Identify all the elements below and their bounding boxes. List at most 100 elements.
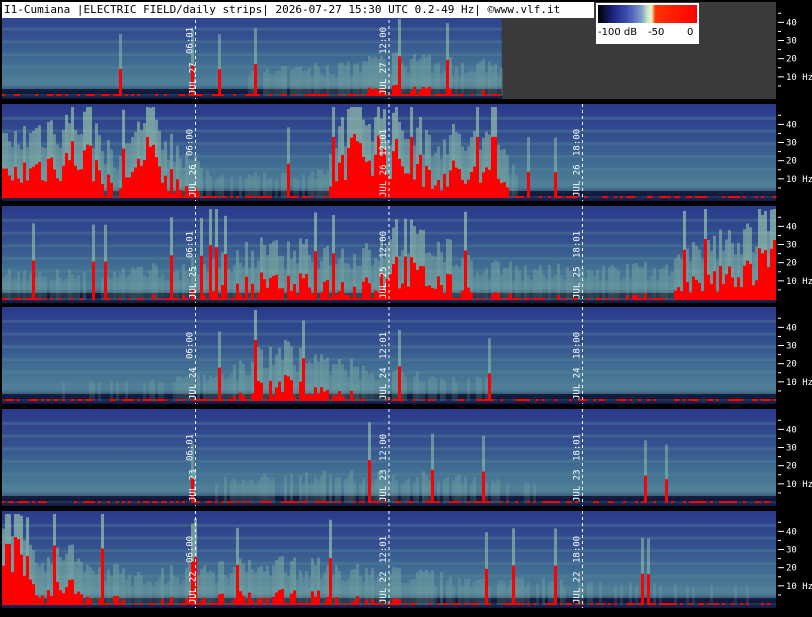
activity-column bbox=[563, 279, 566, 300]
y-tick-label: 10 Hz bbox=[786, 73, 812, 83]
hour-marker-label: 12:00 bbox=[379, 231, 389, 258]
saturation-column bbox=[41, 501, 44, 503]
saturation-column bbox=[473, 166, 476, 198]
saturation-column bbox=[89, 399, 92, 401]
saturation-column bbox=[602, 603, 605, 605]
saturation-column bbox=[740, 603, 743, 605]
activity-column bbox=[362, 365, 365, 401]
saturation-column bbox=[728, 266, 731, 300]
saturation-column bbox=[545, 603, 548, 605]
activity-column bbox=[173, 576, 176, 605]
activity-column bbox=[557, 263, 560, 300]
saturation-column bbox=[278, 381, 281, 401]
activity-column bbox=[608, 267, 611, 300]
axis-panel bbox=[778, 307, 812, 404]
saturation-column bbox=[635, 501, 638, 503]
saturation-column bbox=[314, 597, 317, 605]
saturation-column bbox=[608, 501, 611, 503]
saturation-column bbox=[11, 180, 14, 198]
saturation-column bbox=[605, 298, 608, 300]
activity-column bbox=[302, 174, 305, 198]
saturation-column bbox=[290, 291, 293, 300]
saturation-column bbox=[272, 275, 275, 300]
saturation-column bbox=[359, 501, 362, 503]
saturation-column bbox=[722, 501, 725, 503]
strip-jul-25: 06:01 12:00 18:01 JUL 25 JUL 25 JUL 25 10 Hz 20… bbox=[2, 206, 812, 303]
saturation-column bbox=[104, 603, 107, 605]
activity-column bbox=[461, 483, 464, 503]
saturation-column bbox=[314, 94, 317, 96]
activity-column bbox=[212, 377, 215, 401]
saturation-column bbox=[275, 274, 278, 300]
saturation-column bbox=[107, 501, 110, 503]
activity-column bbox=[272, 364, 275, 401]
activity-column bbox=[233, 478, 236, 503]
saturation-column bbox=[44, 181, 47, 198]
saturation-column bbox=[344, 603, 347, 605]
saturation-column bbox=[2, 168, 5, 198]
saturation-column bbox=[689, 501, 692, 503]
saturation-column bbox=[242, 501, 245, 503]
activity-column bbox=[29, 273, 32, 300]
strip-date-label: JUL 22 bbox=[379, 571, 389, 604]
activity-column bbox=[551, 277, 554, 300]
activity-column bbox=[626, 264, 629, 300]
saturation-column bbox=[392, 151, 395, 198]
saturation-column bbox=[629, 603, 632, 605]
saturation-column bbox=[323, 501, 326, 503]
activity-column bbox=[599, 279, 602, 300]
saturation-column bbox=[554, 172, 557, 198]
saturation-column bbox=[626, 196, 629, 198]
saturation-column bbox=[677, 196, 680, 198]
activity-column bbox=[467, 378, 470, 401]
activity-column bbox=[272, 74, 275, 96]
activity-column bbox=[116, 382, 119, 401]
activity-column bbox=[26, 281, 29, 300]
saturation-column bbox=[596, 501, 599, 503]
saturation-column bbox=[395, 84, 398, 96]
activity-column bbox=[347, 376, 350, 401]
saturation-column bbox=[68, 160, 71, 198]
saturation-column bbox=[470, 292, 473, 300]
saturation-column bbox=[470, 603, 473, 605]
saturation-column bbox=[500, 298, 503, 300]
saturation-column bbox=[458, 399, 461, 401]
saturation-column bbox=[260, 196, 263, 198]
activity-column bbox=[215, 179, 218, 198]
saturation-column bbox=[113, 596, 116, 605]
activity-column bbox=[308, 577, 311, 605]
activity-column bbox=[110, 380, 113, 401]
activity-column bbox=[347, 61, 350, 96]
saturation-column bbox=[485, 94, 488, 96]
activity-column bbox=[173, 382, 176, 401]
saturation-column bbox=[218, 298, 221, 300]
saturation-column bbox=[47, 399, 50, 401]
activity-column bbox=[563, 586, 566, 605]
saturation-column bbox=[716, 399, 719, 401]
saturation-column bbox=[284, 94, 287, 96]
saturation-column bbox=[398, 599, 401, 605]
saturation-column bbox=[521, 196, 524, 198]
saturation-column bbox=[170, 169, 173, 198]
saturation-column bbox=[500, 399, 503, 401]
saturation-column bbox=[116, 501, 119, 503]
activity-column bbox=[500, 579, 503, 605]
saturation-column bbox=[71, 579, 74, 605]
saturation-column bbox=[290, 196, 293, 198]
saturation-column bbox=[764, 399, 767, 401]
saturation-column bbox=[371, 501, 374, 503]
saturation-column bbox=[671, 603, 674, 605]
saturation-column bbox=[245, 603, 248, 605]
activity-column bbox=[671, 272, 674, 300]
saturation-column bbox=[713, 271, 716, 300]
saturation-column bbox=[158, 166, 161, 198]
saturation-column bbox=[77, 399, 80, 401]
saturation-column bbox=[698, 501, 701, 503]
saturation-column bbox=[170, 597, 173, 605]
saturation-column bbox=[593, 501, 596, 503]
saturation-column bbox=[551, 603, 554, 605]
saturation-column bbox=[428, 86, 431, 96]
activity-column bbox=[404, 376, 407, 401]
saturation-column bbox=[41, 595, 44, 605]
saturation-column bbox=[374, 290, 377, 300]
